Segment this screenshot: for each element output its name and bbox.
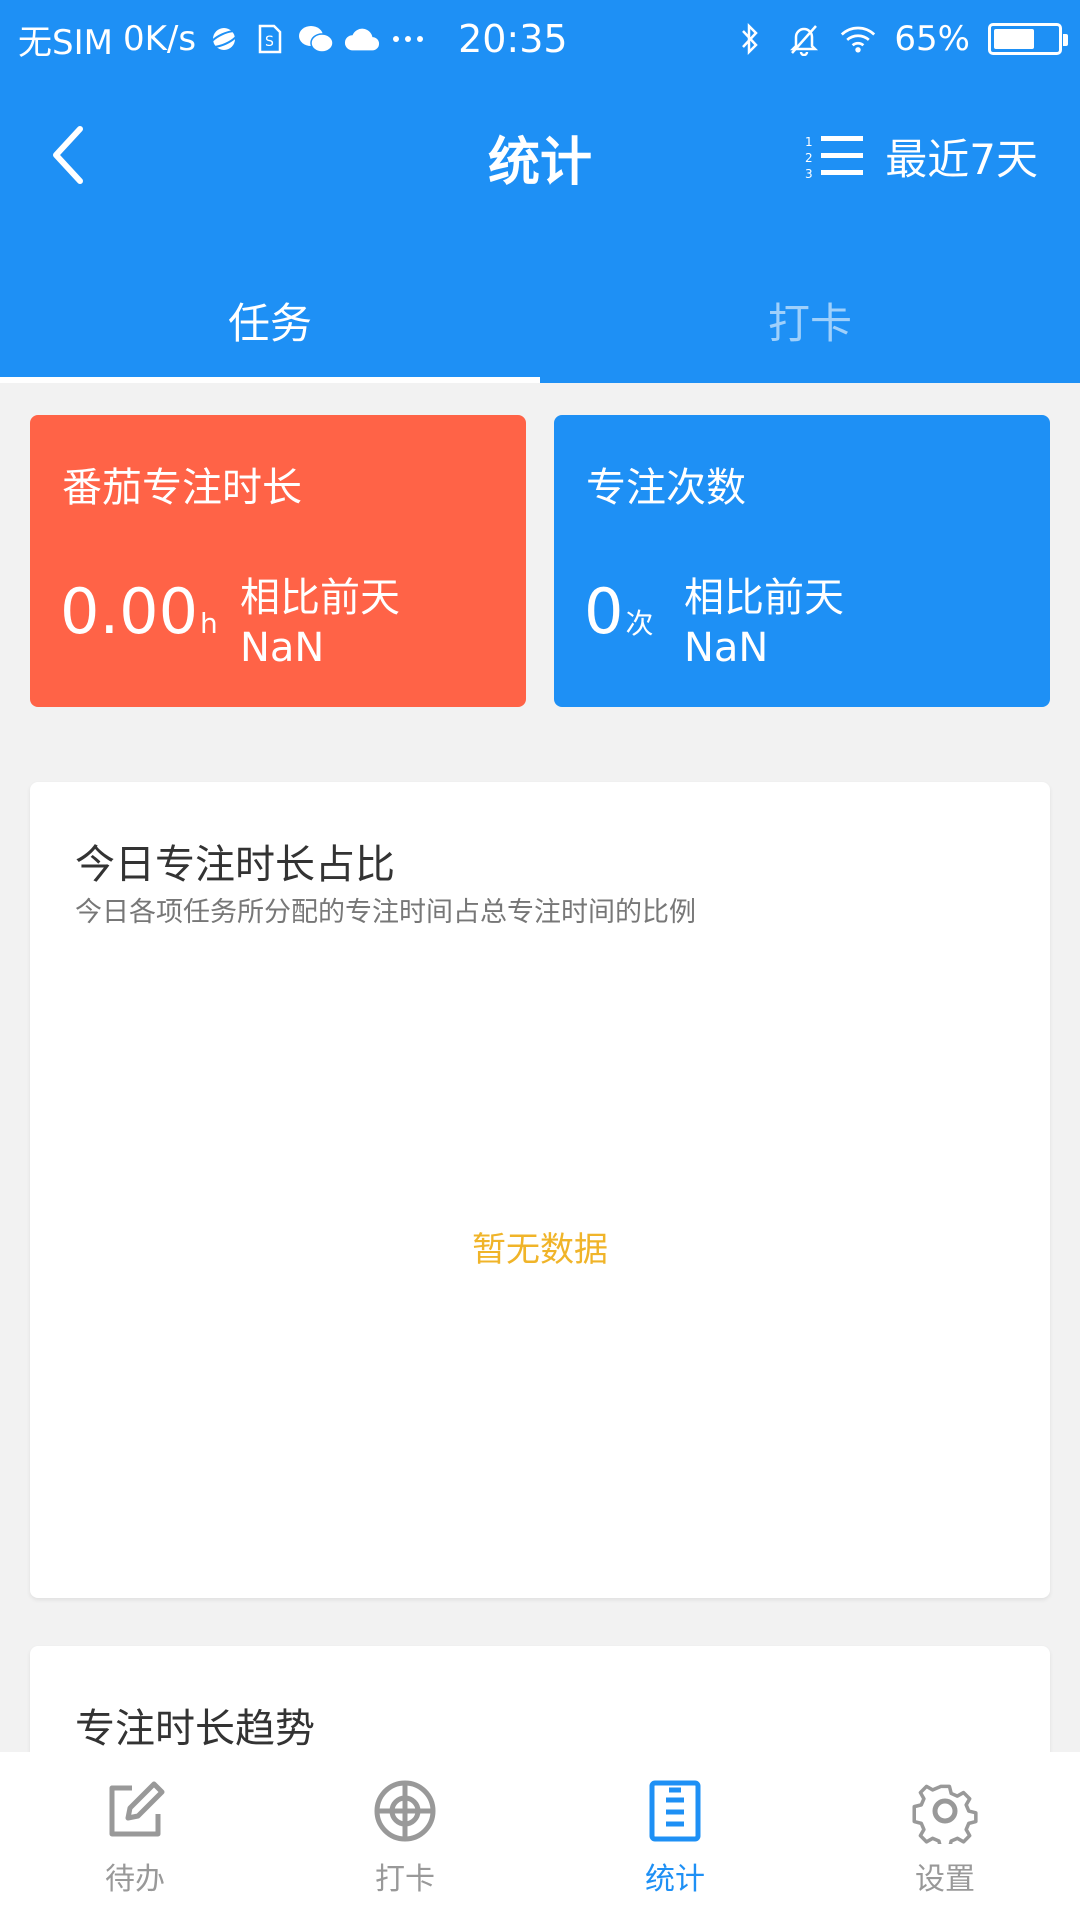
focus-count-compare-value: NaN xyxy=(684,625,769,671)
wifi-icon xyxy=(840,21,876,57)
date-range-button[interactable]: 1 2 3 最近7天 xyxy=(805,126,1038,187)
cloud-icon xyxy=(344,21,380,57)
focus-count-title: 专注次数 xyxy=(586,465,746,511)
nav-item-todo[interactable]: 待办 xyxy=(0,1752,270,1920)
nav-item-stats-label: 统计 xyxy=(645,1862,705,1897)
sim-card-icon: S xyxy=(252,21,288,57)
sim-status: 无SIM xyxy=(18,22,113,63)
date-range-label: 最近7天 xyxy=(885,135,1038,184)
battery-icon xyxy=(988,23,1068,55)
nav-item-settings[interactable]: 设置 xyxy=(810,1752,1080,1920)
network-speed: 0K/s xyxy=(122,19,197,59)
edit-icon xyxy=(109,1781,165,1837)
numbered-list-icon: 1 2 3 xyxy=(805,132,865,182)
focus-duration-title: 番茄专注时长 xyxy=(62,465,302,511)
focus-duration-number: 0.00 xyxy=(60,575,199,648)
tab-bar: 任务 打卡 xyxy=(0,255,1080,383)
wechat-icon xyxy=(298,21,334,57)
bluetooth-icon xyxy=(732,21,768,57)
clock: 20:35 xyxy=(458,17,568,61)
focus-ratio-panel: 今日专注时长占比 今日各项任务所分配的专注时间占总专注时间的比例 暂无数据 xyxy=(30,782,1050,1598)
focus-count-number: 0 xyxy=(584,575,624,648)
focus-duration-compare-value: NaN xyxy=(240,625,325,671)
gear-icon xyxy=(912,1784,978,1844)
app-header: 无SIM 0K/s S 20:35 65% 统计 1 2 3 最近7天 任务 打… xyxy=(0,0,1080,383)
battery-fill xyxy=(994,29,1035,49)
empty-state-text: 暂无数据 xyxy=(472,1230,608,1270)
focus-duration-unit: h xyxy=(200,607,218,640)
planet-icon xyxy=(206,21,242,57)
tab-checkin[interactable]: 打卡 xyxy=(540,255,1080,383)
more-icon xyxy=(390,21,426,57)
nav-item-settings-label: 设置 xyxy=(915,1862,975,1897)
nav-bar: 统计 1 2 3 最近7天 xyxy=(0,90,1080,220)
svg-text:1: 1 xyxy=(805,135,813,149)
focus-ratio-subtitle: 今日各项任务所分配的专注时间占总专注时间的比例 xyxy=(75,897,696,928)
mute-bell-icon xyxy=(786,21,822,57)
stats-icon xyxy=(649,1780,701,1842)
focus-count-unit: 次 xyxy=(625,607,654,640)
nav-item-stats[interactable]: 统计 xyxy=(540,1752,810,1920)
status-bar: 无SIM 0K/s S 20:35 65% xyxy=(0,0,1080,78)
nav-item-todo-label: 待办 xyxy=(105,1862,165,1897)
focus-count-compare-label: 相比前天 xyxy=(684,575,844,621)
bottom-nav: 待办 打卡 统计 设置 xyxy=(0,1752,1080,1920)
svg-text:S: S xyxy=(265,34,274,50)
tab-tasks[interactable]: 任务 xyxy=(0,255,540,383)
focus-duration-value: 0.00h xyxy=(60,575,218,648)
focus-trend-title: 专注时长趋势 xyxy=(75,1706,315,1752)
focus-duration-card: 番茄专注时长 0.00h 相比前天 NaN xyxy=(30,415,526,707)
nav-item-checkin[interactable]: 打卡 xyxy=(270,1752,540,1920)
battery-percent: 65% xyxy=(894,19,970,59)
svg-text:2: 2 xyxy=(805,151,813,165)
focus-ratio-title: 今日专注时长占比 xyxy=(75,842,395,888)
target-icon xyxy=(374,1780,436,1842)
svg-text:3: 3 xyxy=(805,167,813,181)
nav-item-checkin-label: 打卡 xyxy=(375,1862,435,1897)
focus-count-card: 专注次数 0次 相比前天 NaN xyxy=(554,415,1050,707)
focus-count-value: 0次 xyxy=(584,575,653,648)
focus-duration-compare-label: 相比前天 xyxy=(240,575,400,621)
